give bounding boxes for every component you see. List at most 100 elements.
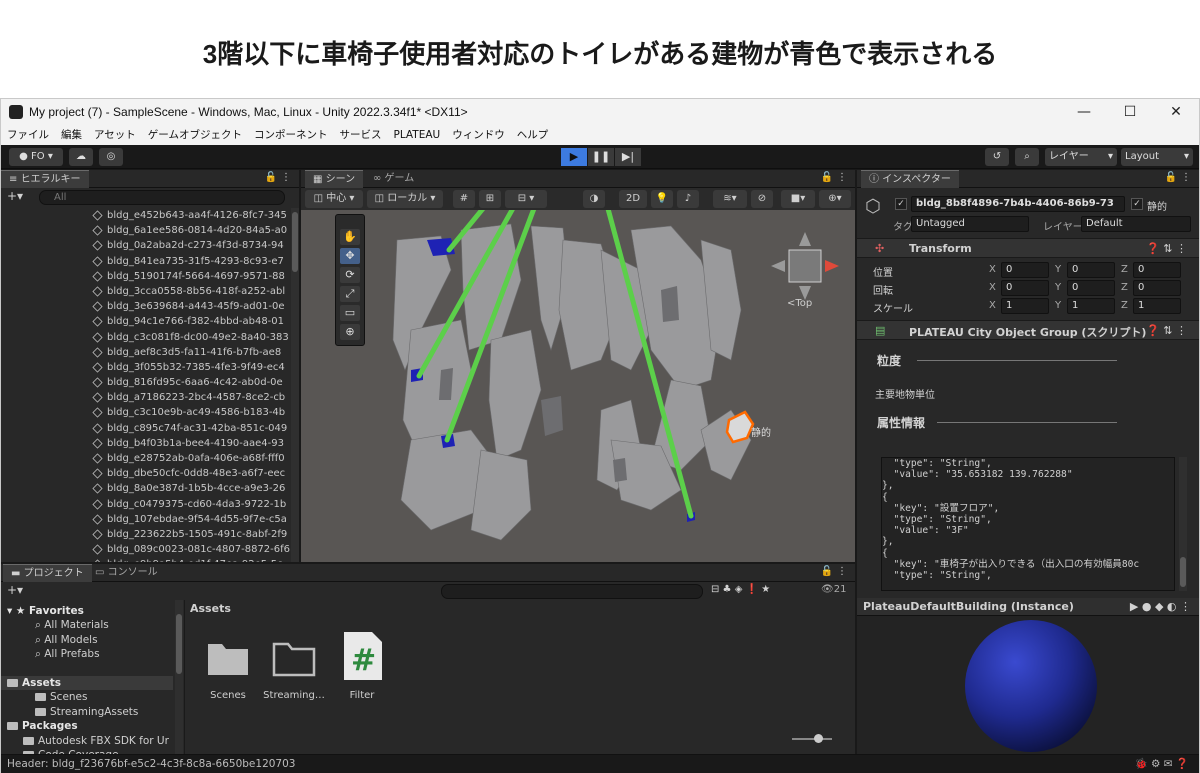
component-menu-icon[interactable]: ❓ ⇅ ⋮	[1146, 242, 1187, 255]
project-tree-item[interactable]: ▾ ★ Favorites	[7, 604, 84, 618]
lock-icon[interactable]: 🔓	[265, 172, 277, 183]
lighting-icon[interactable]: 💡	[651, 190, 673, 208]
hierarchy-search-input[interactable]: All	[39, 190, 285, 205]
audio-icon[interactable]: ♪	[677, 190, 699, 208]
static-checkbox[interactable]: ✓	[1131, 198, 1143, 210]
layer-dropdown[interactable]: Default	[1081, 216, 1191, 232]
more-icon[interactable]: ⋮	[837, 566, 847, 577]
zoom-slider-handle[interactable]	[814, 734, 823, 743]
toggle-2d-button[interactable]: 2D	[619, 190, 647, 208]
hierarchy-item[interactable]: bldg_0a2aba2d-c273-4f3d-8734-94	[1, 238, 291, 253]
hierarchy-item[interactable]: bldg_816fd95c-6aa6-4c42-ab0d-0e	[1, 375, 291, 390]
hierarchy-item[interactable]: bldg_223622b5-1505-491c-8abf-2f9	[1, 527, 291, 542]
effects-icon[interactable]: ≋▾	[713, 190, 747, 208]
menu-component[interactable]: コンポーネント	[248, 125, 334, 145]
project-tree-item[interactable]: Packages	[7, 719, 78, 733]
tab-inspector[interactable]: ⓘ インスペクター	[861, 170, 959, 188]
material-sphere-preview[interactable]	[857, 616, 1199, 754]
attributes-json-textarea[interactable]: "type": "String", "value": "35.653182 13…	[881, 457, 1175, 591]
hierarchy-item[interactable]: bldg_c3c10e9b-ac49-4586-b183-4b	[1, 405, 291, 420]
hierarchy-item[interactable]: bldg_8a0e387d-1b5b-4cce-a9e3-26	[1, 481, 291, 496]
more-icon[interactable]: ⋮	[281, 172, 291, 183]
lock-icon[interactable]: 🔓	[821, 566, 833, 577]
hierarchy-item[interactable]: bldg_c0479375-cd60-4da3-9722-1b	[1, 497, 291, 512]
scale-tool-button[interactable]: ⤢	[340, 286, 360, 302]
tab-game[interactable]: ∞ ゲーム	[365, 170, 422, 188]
transform-scale-z-field[interactable]: 1	[1133, 298, 1181, 314]
filter-icons[interactable]: ⊟ ♣ ◈ ❗ ★	[711, 584, 770, 595]
menu-help[interactable]: ヘルプ	[511, 125, 555, 145]
hierarchy-item[interactable]: bldg_c895c74f-ac31-42ba-851c-049	[1, 421, 291, 436]
menu-window[interactable]: ウィンドウ	[446, 125, 511, 145]
transform-rotation-z-field[interactable]: 0	[1133, 280, 1181, 296]
transform-tool-button[interactable]: ⊕	[340, 324, 360, 340]
close-button[interactable]: ✕	[1153, 99, 1199, 125]
hierarchy-item[interactable]: bldg_841ea735-31f5-4293-8c93-e7	[1, 254, 291, 269]
history-icon[interactable]: ↺	[985, 148, 1009, 166]
lock-icon[interactable]: 🔓	[1165, 172, 1177, 183]
more-icon[interactable]: ⋮	[837, 172, 847, 183]
asset-scenes-folder[interactable]: Scenes	[193, 630, 263, 710]
transform-header[interactable]: ✣ Transform ❓ ⇅ ⋮	[857, 238, 1199, 258]
transform-rotation-y-field[interactable]: 0	[1067, 280, 1115, 296]
create-button[interactable]: +▾	[7, 583, 23, 597]
transform-position-z-field[interactable]: 0	[1133, 262, 1181, 278]
project-tree-item[interactable]: Scenes	[35, 690, 87, 704]
hierarchy-item[interactable]: bldg_5190174f-5664-4697-9571-88	[1, 269, 291, 284]
transform-position-y-field[interactable]: 0	[1067, 262, 1115, 278]
menu-edit[interactable]: 編集	[55, 125, 88, 145]
project-tree-item[interactable]: Autodesk FBX SDK for Ur	[23, 734, 169, 748]
rotate-tool-button[interactable]: ⟳	[340, 267, 360, 283]
camera-icon[interactable]: ■▾	[781, 190, 815, 208]
menu-services[interactable]: サービス	[333, 125, 387, 145]
hierarchy-item[interactable]: bldg_089c0023-081c-4807-8872-6f6	[1, 542, 291, 557]
hierarchy-item[interactable]: bldg_e452b643-aa4f-4126-8fc7-345	[1, 208, 291, 223]
move-tool-button[interactable]: ✥	[340, 248, 360, 264]
hierarchy-item[interactable]: bldg_b4f03b1a-bee4-4190-aae4-93	[1, 436, 291, 451]
maximize-button[interactable]: ☐	[1107, 99, 1153, 125]
scroll-thumb[interactable]	[176, 614, 182, 674]
status-icons[interactable]: 🐞 ⚙ ✉ ❓	[1135, 755, 1189, 773]
scene-viewport[interactable]: 静的 <Top ✋ ✥ ⟳ ⤢ ▭ ⊕	[301, 210, 855, 562]
tree-scrollbar[interactable]	[175, 600, 183, 754]
preview-controls-icon[interactable]: ▶ ● ◆ ◐ ⋮	[1130, 600, 1191, 613]
tab-hierarchy[interactable]: ≡ ヒエラルキー	[1, 170, 89, 188]
zoom-slider[interactable]	[792, 734, 832, 743]
menu-gameobject[interactable]: ゲームオブジェクト	[142, 125, 248, 145]
menu-plateau[interactable]: PLATEAU	[387, 125, 446, 145]
increment-snap-icon[interactable]: ⊟ ▾	[505, 190, 547, 208]
add-button[interactable]: +▾	[7, 189, 23, 203]
layout-dropdown[interactable]: Layout ▾	[1121, 148, 1193, 166]
lock-icon[interactable]: 🔓	[821, 172, 833, 183]
scroll-thumb[interactable]	[292, 212, 298, 272]
hierarchy-item[interactable]: bldg_e9b9a5b4-ed1f-47ea-92e5-5c	[1, 557, 291, 562]
snap-icon[interactable]: ⊞	[479, 190, 501, 208]
asset-streamingassets-folder[interactable]: Streaming…	[259, 630, 329, 710]
transform-scale-x-field[interactable]: 1	[1001, 298, 1049, 314]
scroll-thumb[interactable]	[1180, 557, 1186, 587]
project-tree-item[interactable]: Assets	[1, 676, 173, 690]
minimize-button[interactable]: —	[1061, 99, 1107, 125]
tab-project[interactable]: ▬ プロジェクト	[3, 564, 92, 582]
cloud-icon[interactable]: ☁	[69, 148, 93, 166]
hidden-count-icon[interactable]: 👁21	[821, 584, 846, 595]
project-search-input[interactable]	[441, 584, 703, 599]
account-button[interactable]: ● FO ▾	[9, 148, 63, 166]
search-icon[interactable]: ⌕	[1015, 148, 1039, 166]
pivot-dropdown[interactable]: ◫ 中心 ▾	[305, 190, 363, 208]
menu-file[interactable]: ファイル	[1, 125, 55, 145]
hierarchy-item[interactable]: bldg_a7186223-2bc4-4587-8ce2-cb	[1, 390, 291, 405]
hierarchy-item[interactable]: bldg_e28752ab-0afa-406e-a68f-fff0	[1, 451, 291, 466]
step-button[interactable]: ▶|	[615, 148, 641, 166]
script-header[interactable]: ▤ PLATEAU City Object Group (スクリプト) ❓ ⇅ …	[857, 320, 1199, 340]
tab-scene[interactable]: ▦ シーン	[305, 170, 364, 188]
project-tree-item[interactable]: ⌕ All Materials	[35, 618, 109, 632]
hierarchy-item[interactable]: bldg_3cca0558-8b56-418f-a252-abl	[1, 284, 291, 299]
play-button[interactable]: ▶	[561, 148, 587, 166]
menu-assets[interactable]: アセット	[88, 125, 142, 145]
project-tree-item[interactable]: ⌕ All Prefabs	[35, 647, 100, 661]
gizmos-icon[interactable]: ⊕▾	[819, 190, 851, 208]
tab-console[interactable]: ▭ コンソール	[87, 564, 166, 582]
breadcrumb[interactable]: Assets	[190, 602, 231, 615]
orientation-gizmo[interactable]: <Top	[771, 232, 839, 309]
